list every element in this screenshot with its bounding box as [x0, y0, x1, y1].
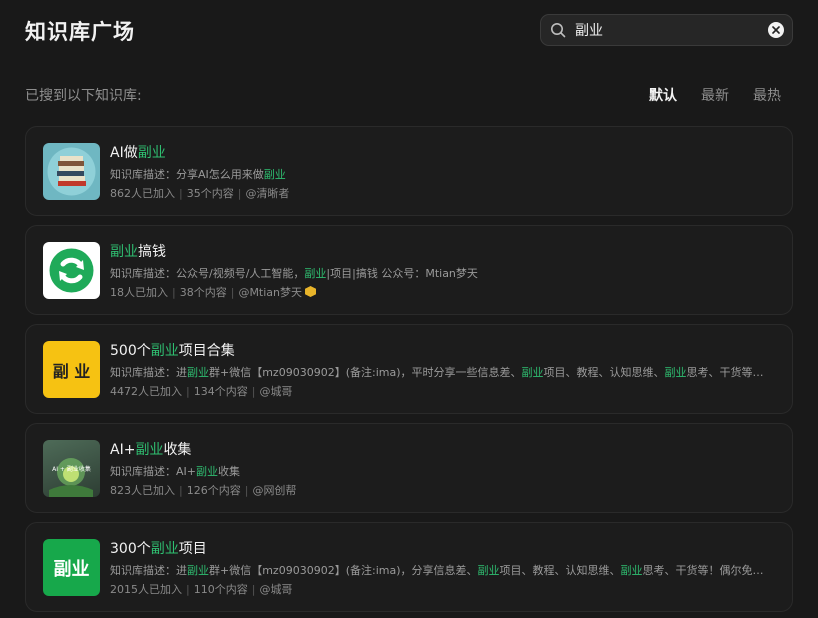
- sort-default-tab[interactable]: 默认: [649, 85, 677, 105]
- title-text-after: 项目合集: [178, 343, 235, 359]
- title-text-after: 搞钱: [138, 244, 166, 260]
- desc-highlight: 副业: [477, 564, 500, 577]
- desc-prefix: 知识库描述：: [110, 366, 176, 379]
- author-link[interactable]: @城哥: [259, 583, 292, 596]
- desc-highlight: 副业: [187, 564, 209, 577]
- sort-tabs: 默认 最新 最热: [649, 85, 781, 105]
- title-text: AI+: [110, 442, 136, 458]
- title-highlight: 副业: [150, 343, 179, 359]
- content-count: 126个内容: [186, 484, 241, 497]
- author-link[interactable]: @Mtian梦天: [238, 286, 302, 299]
- verified-badge-icon: [305, 286, 317, 297]
- title-highlight: 副业: [135, 442, 164, 458]
- knowledge-card[interactable]: 副 业 500个副业项目合集 知识库描述：进副业群+微信【mz09030902】…: [25, 324, 793, 414]
- content-count: 134个内容: [193, 385, 248, 398]
- desc-text: 进: [176, 366, 187, 379]
- desc-text: 进: [176, 564, 187, 577]
- card-meta: 2015人已加入 | 110个内容 | @城哥: [110, 583, 293, 596]
- search-box[interactable]: [540, 14, 793, 46]
- member-count: 2015人已加入: [110, 583, 182, 596]
- title-text-after: 项目: [178, 541, 207, 557]
- member-count: 823人已加入: [110, 484, 175, 497]
- desc-highlight: 副业: [187, 366, 209, 379]
- knowledge-card[interactable]: 副业搞钱 知识库描述：公众号/视频号/人工智能，副业|项目|搞钱 公众号：Mti…: [25, 225, 793, 315]
- card-description: 知识库描述：AI+副业收集: [110, 464, 772, 479]
- title-text-after: 收集: [163, 442, 192, 458]
- desc-text: 项目、教程、认知思维、: [543, 366, 665, 379]
- sort-newest-tab[interactable]: 最新: [701, 85, 729, 105]
- card-meta: 4472人已加入 | 134个内容 | @城哥: [110, 385, 293, 398]
- desc-highlight: 副业: [263, 168, 286, 181]
- side-job-green-thumb: 副业: [43, 539, 100, 596]
- card-description: 知识库描述：公众号/视频号/人工智能，副业|项目|搞钱 公众号：Mtian梦天: [110, 266, 772, 281]
- title-text: 500个: [110, 343, 151, 359]
- content-count: 38个内容: [179, 286, 227, 299]
- books-icon: [43, 143, 100, 200]
- author-link[interactable]: @清晰者: [245, 187, 289, 200]
- desc-highlight: 副业: [620, 564, 643, 577]
- title-text: 300个: [110, 541, 151, 557]
- side-job-yellow-thumb: 副 业: [43, 341, 100, 398]
- knowledge-card[interactable]: AI + 副业收集 AI+副业收集 知识库描述：AI+副业收集 823人已加入 |…: [25, 423, 793, 513]
- desc-highlight: 副业: [664, 366, 687, 379]
- card-description: 知识库描述：分享AI怎么用来做副业: [110, 167, 772, 182]
- title-highlight: 副业: [110, 244, 138, 260]
- desc-text: 群+微信【mz09030902】(备注:ima)，分享信息差、: [209, 564, 478, 577]
- desc-text: 群+微信【mz09030902】(备注:ima)，平时分享一些信息差、: [209, 366, 522, 379]
- title-highlight: 副业: [150, 541, 179, 557]
- knowledge-card[interactable]: 副业 300个副业项目 知识库描述：进副业群+微信【mz09030902】(备注…: [25, 522, 793, 612]
- card-meta: 18人已加入 | 38个内容 | @Mtian梦天: [110, 285, 772, 300]
- card-title: AI做副业: [110, 143, 772, 163]
- desc-text: 思考、干货等！偶尔免费...: [642, 564, 773, 577]
- card-meta: 862人已加入 | 35个内容 | @清晰者: [110, 187, 290, 200]
- results-label: 已搜到以下知识库:: [25, 88, 142, 104]
- desc-text: |项目|搞钱 公众号：Mtian梦天: [326, 267, 478, 280]
- card-title: AI+副业收集: [110, 440, 772, 460]
- author-link[interactable]: @城哥: [259, 385, 292, 398]
- knowledge-list: AI做副业 知识库描述：分享AI怎么用来做副业 862人已加入 | 35个内容 | @清…: [25, 126, 793, 618]
- title-highlight: 副业: [137, 145, 166, 161]
- ai-side-job-thumb: AI + 副业收集: [43, 440, 100, 497]
- content-count: 110个内容: [193, 583, 248, 596]
- thumb-text: 副 业: [52, 361, 91, 381]
- desc-prefix: 知识库描述：: [110, 465, 176, 478]
- search-input[interactable]: [575, 22, 768, 38]
- clear-search-icon[interactable]: [768, 22, 784, 38]
- author-link[interactable]: @网创帮: [252, 484, 296, 497]
- content-count: 35个内容: [186, 187, 234, 200]
- title-text: AI做: [110, 145, 138, 161]
- desc-highlight: 副业: [521, 366, 544, 379]
- desc-prefix: 知识库描述：: [110, 564, 176, 577]
- desc-text: AI+: [176, 465, 196, 478]
- card-meta: 823人已加入 | 126个内容 | @网创帮: [110, 484, 297, 497]
- desc-highlight: 副业: [304, 267, 327, 280]
- knowledge-card[interactable]: AI做副业 知识库描述：分享AI怎么用来做副业 862人已加入 | 35个内容 | @清…: [25, 126, 793, 216]
- card-description: 知识库描述：进副业群+微信【mz09030902】(备注:ima)，平时分享一些…: [110, 365, 772, 380]
- desc-text: 思考、干货等！...: [686, 366, 773, 379]
- card-title: 300个副业项目: [110, 539, 772, 559]
- card-title: 副业搞钱: [110, 242, 772, 262]
- member-count: 4472人已加入: [110, 385, 182, 398]
- search-icon: [549, 21, 567, 39]
- green-circle-arrow-icon: [43, 242, 100, 299]
- desc-prefix: 知识库描述：: [110, 168, 176, 181]
- desc-text: 分享AI怎么用来做: [176, 168, 264, 181]
- desc-text: 公众号/视频号/人工智能，: [176, 267, 305, 280]
- desc-text: 项目、教程、认知思维、: [499, 564, 621, 577]
- card-description: 知识库描述：进副业群+微信【mz09030902】(备注:ima)，分享信息差、…: [110, 563, 772, 578]
- card-title: 500个副业项目合集: [110, 341, 772, 361]
- member-count: 18人已加入: [110, 286, 168, 299]
- desc-text: 收集: [218, 465, 240, 478]
- desc-highlight: 副业: [196, 465, 218, 478]
- knowledge-plaza-page: 知识库广场 已搜到以下知识库: 默认 最新 最热: [0, 0, 818, 618]
- sort-hottest-tab[interactable]: 最热: [753, 85, 781, 105]
- page-title: 知识库广场: [25, 20, 135, 44]
- thumb-text: AI + 副业收集: [52, 466, 91, 473]
- member-count: 862人已加入: [110, 187, 175, 200]
- thumb-text: 副业: [53, 558, 90, 580]
- desc-prefix: 知识库描述：: [110, 267, 176, 280]
